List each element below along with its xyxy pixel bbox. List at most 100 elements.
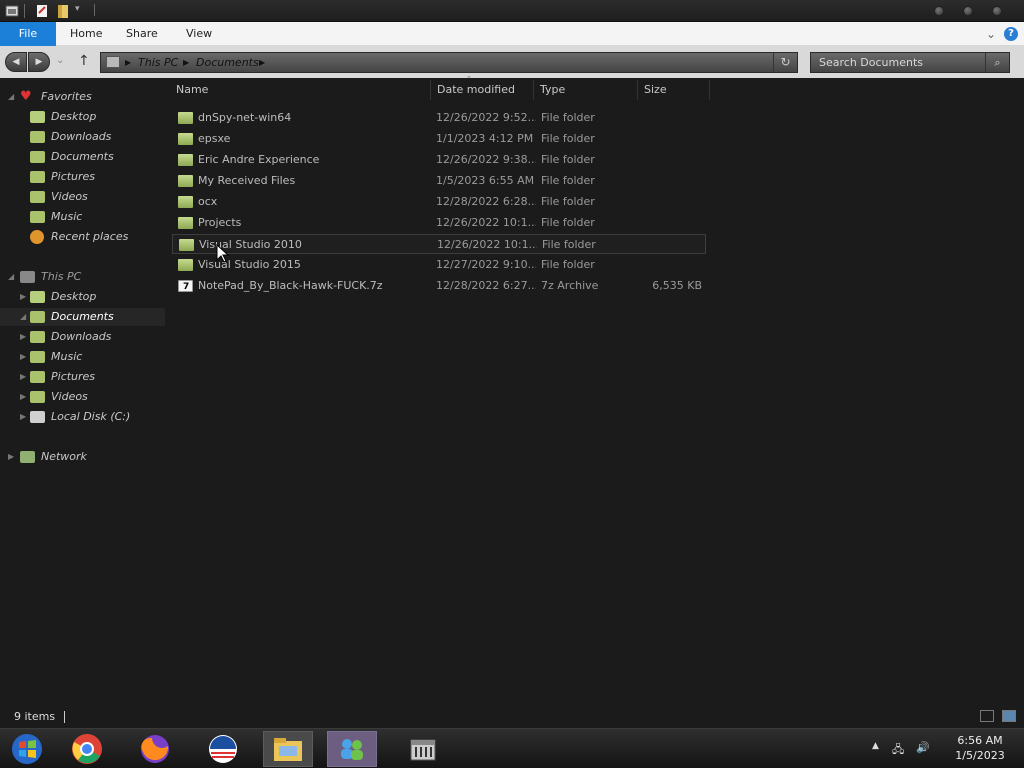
sidebar-item-network[interactable]: ▶ Network	[0, 448, 165, 466]
breadcrumb-separator-icon[interactable]: ▶	[259, 53, 265, 72]
expand-arrow-icon[interactable]: ▶	[20, 388, 26, 406]
large-icons-view-icon[interactable]	[1002, 710, 1016, 722]
properties-icon[interactable]	[34, 3, 50, 19]
file-date: 12/26/2022 9:52...	[436, 111, 536, 124]
file-name: ocx	[198, 195, 218, 208]
file-type: File folder	[541, 174, 595, 187]
column-header-date[interactable]: Date modified	[430, 80, 534, 100]
file-name: Visual Studio 2010	[199, 238, 302, 251]
back-button[interactable]: ◀	[5, 52, 27, 72]
address-bar[interactable]: ▶ This PC ▶ Documents ▶ ↻	[100, 52, 798, 73]
explorer-icon[interactable]	[4, 3, 20, 19]
search-icon[interactable]: ⌕	[985, 53, 1009, 72]
sidebar-item-favorites[interactable]: ◢ ♥ Favorites	[0, 88, 165, 106]
videos-icon	[30, 191, 45, 203]
clock[interactable]: 6:56 AM 1/5/2023	[940, 733, 1020, 763]
breadcrumb-documents[interactable]: Documents	[196, 53, 259, 72]
sidebar-item-pictures[interactable]: ▶ Pictures	[0, 368, 165, 386]
archive-7z-icon	[178, 277, 193, 297]
expand-arrow-icon[interactable]: ▶	[20, 288, 26, 306]
start-button[interactable]	[2, 731, 52, 767]
file-row[interactable]: NotePad_By_Black-Hawk-FUCK.7z 12/28/2022…	[172, 276, 706, 297]
file-type: File folder	[541, 132, 595, 145]
sidebar-item-downloads[interactable]: ▶ Downloads	[0, 328, 165, 346]
column-header-size[interactable]: Size	[638, 80, 710, 100]
videos-icon	[30, 391, 45, 403]
sidebar-item-fav-desktop[interactable]: Desktop	[0, 108, 165, 126]
breadcrumb-separator-icon[interactable]: ▶	[125, 53, 131, 72]
column-header-name[interactable]: Name	[170, 80, 430, 100]
tab-home[interactable]: Home	[56, 22, 116, 46]
clock-time: 6:56 AM	[957, 734, 1003, 747]
collapse-arrow-icon[interactable]: ◢	[8, 268, 14, 286]
file-type: File folder	[542, 238, 596, 251]
file-row[interactable]: Visual Studio 2015 12/27/2022 9:10... Fi…	[172, 255, 706, 275]
help-icon[interactable]: ?	[1004, 27, 1018, 41]
file-row[interactable]: Projects 12/26/2022 10:1... File folder	[172, 213, 706, 233]
details-view-icon[interactable]	[980, 710, 994, 722]
breadcrumb-separator-icon[interactable]: ▶	[183, 53, 189, 72]
maximize-button[interactable]	[963, 6, 973, 16]
file-date: 12/27/2022 9:10...	[436, 258, 536, 271]
tab-file[interactable]: File	[0, 22, 56, 46]
file-row[interactable]: ocx 12/28/2022 6:28... File folder	[172, 192, 706, 212]
file-date: 1/5/2023 6:55 AM	[436, 174, 535, 187]
refresh-icon[interactable]: ↻	[773, 53, 797, 72]
sidebar-label: Videos	[51, 190, 88, 203]
search-input[interactable]: Search Documents ⌕	[810, 52, 1010, 73]
file-row[interactable]: My Received Files 1/5/2023 6:55 AM File …	[172, 171, 706, 191]
search-placeholder: Search Documents	[819, 56, 924, 69]
messenger-taskbar-icon[interactable]	[327, 731, 377, 767]
sidebar-item-fav-recent-places[interactable]: Recent places	[0, 228, 165, 246]
sidebar-item-videos[interactable]: ▶ Videos	[0, 388, 165, 406]
sidebar-item-music[interactable]: ▶ Music	[0, 348, 165, 366]
column-header-type[interactable]: Type	[534, 80, 638, 100]
minimize-button[interactable]	[934, 6, 944, 16]
expand-arrow-icon[interactable]: ▶	[8, 448, 14, 466]
recent-locations-icon[interactable]: ⌄	[56, 55, 64, 66]
volume-icon[interactable]: 🔊	[916, 741, 930, 754]
tab-share[interactable]: Share	[112, 22, 172, 46]
breadcrumb-this-pc[interactable]: This PC	[138, 53, 178, 72]
collapse-arrow-icon[interactable]: ◢	[8, 88, 14, 106]
sidebar-item-fav-music[interactable]: Music	[0, 208, 165, 226]
sidebar-item-fav-pictures[interactable]: Pictures	[0, 168, 165, 186]
sidebar-item-documents[interactable]: ◢ Documents	[0, 308, 165, 326]
expand-arrow-icon[interactable]: ▶	[20, 348, 26, 366]
firefox-taskbar-icon[interactable]	[130, 731, 180, 767]
app-circle-taskbar-icon[interactable]	[198, 731, 248, 767]
file-row-hovered[interactable]: Visual Studio 2010 12/26/2022 10:1... Fi…	[172, 234, 706, 254]
sidebar-item-fav-documents[interactable]: Documents	[0, 148, 165, 166]
sidebar-item-local-disk[interactable]: ▶ Local Disk (C:)	[0, 408, 165, 426]
expand-arrow-icon[interactable]: ▶	[20, 328, 26, 346]
forward-button[interactable]: ▶	[28, 52, 50, 72]
sidebar-label: Recent places	[51, 230, 129, 243]
expand-arrow-icon[interactable]: ▶	[20, 408, 26, 426]
chrome-taskbar-icon[interactable]	[62, 731, 112, 767]
sidebar-item-desktop[interactable]: ▶ Desktop	[0, 288, 165, 306]
clock-date: 1/5/2023	[955, 749, 1005, 762]
file-size: 6,535 KB	[652, 279, 702, 292]
tab-view[interactable]: View	[172, 22, 226, 46]
sidebar-item-fav-downloads[interactable]: Downloads	[0, 128, 165, 146]
file-explorer-taskbar-icon[interactable]	[263, 731, 313, 767]
customize-quick-access-icon[interactable]: ▾	[75, 4, 91, 20]
downloads-icon	[30, 331, 45, 343]
close-button[interactable]	[992, 6, 1002, 16]
sidebar-label: Favorites	[41, 90, 92, 103]
file-name: Eric Andre Experience	[198, 153, 320, 166]
new-folder-icon[interactable]	[56, 3, 72, 19]
sidebar-item-this-pc[interactable]: ◢ This PC	[0, 268, 165, 286]
sidebar-item-fav-videos[interactable]: Videos	[0, 188, 165, 206]
file-name: Visual Studio 2015	[198, 258, 301, 271]
file-row[interactable]: epsxe 1/1/2023 4:12 PM File folder	[172, 129, 706, 149]
network-tray-icon[interactable]: 🖧	[892, 741, 904, 760]
archive-manager-taskbar-icon[interactable]	[398, 731, 448, 767]
expand-ribbon-icon[interactable]: ⌄	[986, 27, 996, 41]
file-row[interactable]: Eric Andre Experience 12/26/2022 9:38...…	[172, 150, 706, 170]
file-row[interactable]: dnSpy-net-win64 12/26/2022 9:52... File …	[172, 108, 706, 128]
show-hidden-icons-icon[interactable]: ▲	[872, 741, 879, 751]
up-arrow-icon[interactable]: ↑	[78, 53, 90, 69]
expand-arrow-icon[interactable]: ◢	[20, 308, 26, 326]
expand-arrow-icon[interactable]: ▶	[20, 368, 26, 386]
